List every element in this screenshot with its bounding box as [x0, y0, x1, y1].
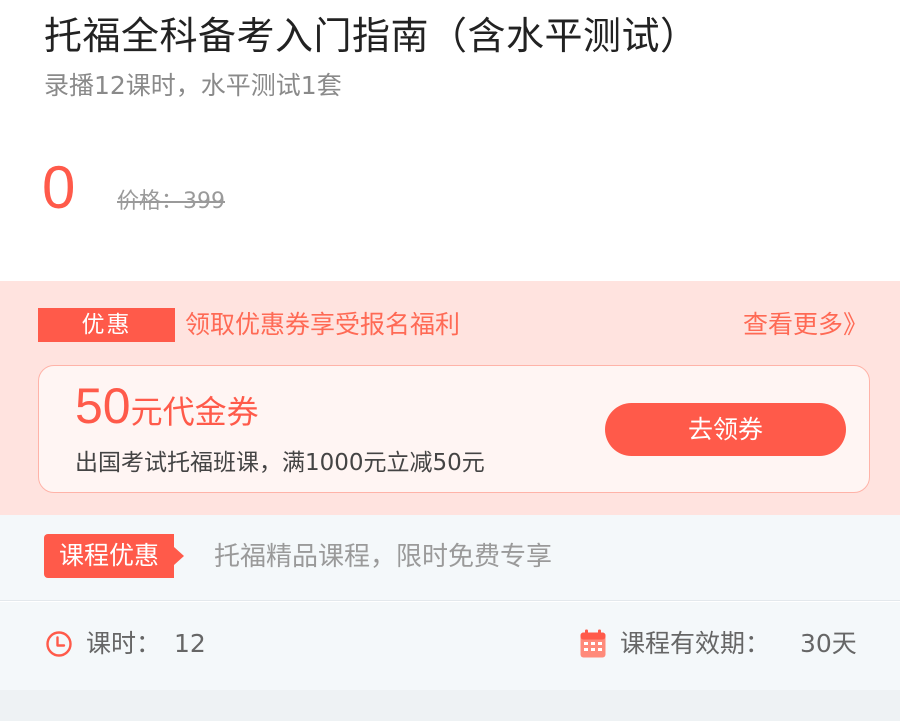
view-more-link[interactable]: 查看更多》: [743, 306, 868, 344]
offer-tag: 课程优惠: [44, 534, 184, 578]
coupon-amount: 50元代金券: [75, 376, 259, 448]
hours-label: 课时：: [86, 629, 162, 658]
promo-tag: 优惠: [38, 308, 175, 342]
coupon-amount-unit: 元代金券: [130, 393, 259, 431]
course-meta: 课时： 12 课程有效期： 30天: [0, 602, 900, 721]
current-price: 0: [42, 154, 76, 221]
coupon-description: 出国考试托福班课，满1000元立减50元: [75, 450, 485, 476]
course-header: 托福全科备考入门指南（含水平测试） 录播12课时，水平测试1套 0 价格：399: [0, 0, 900, 281]
course-detail-page: 托福全科备考入门指南（含水平测试） 录播12课时，水平测试1套 0 价格：399…: [0, 0, 900, 721]
validity-value: 30天: [800, 629, 857, 658]
calendar-icon: [580, 629, 606, 658]
validity-label: 课程有效期：: [620, 629, 771, 658]
promo-text: 领取优惠券享受报名福利: [185, 310, 461, 339]
coupon-card: 50元代金券 出国考试托福班课，满1000元立减50元 去领券: [38, 365, 870, 493]
claim-coupon-button[interactable]: 去领券: [605, 403, 846, 456]
original-price: 价格：399: [117, 189, 225, 214]
promo-section: 优惠 领取优惠券享受报名福利 查看更多》 50元代金券 出国考试托福班课，满10…: [0, 281, 900, 515]
course-title: 托福全科备考入门指南（含水平测试）: [44, 14, 699, 58]
bottom-spacer: [0, 690, 900, 721]
course-offer-bar: 课程优惠 托福精品课程，限时免费专享: [0, 515, 900, 601]
course-subtitle: 录播12课时，水平测试1套: [44, 71, 342, 100]
hours-value: 12: [174, 629, 206, 658]
coupon-amount-value: 50: [75, 378, 131, 434]
clock-icon: [46, 631, 72, 657]
offer-text: 托福精品课程，限时免费专享: [214, 542, 553, 572]
